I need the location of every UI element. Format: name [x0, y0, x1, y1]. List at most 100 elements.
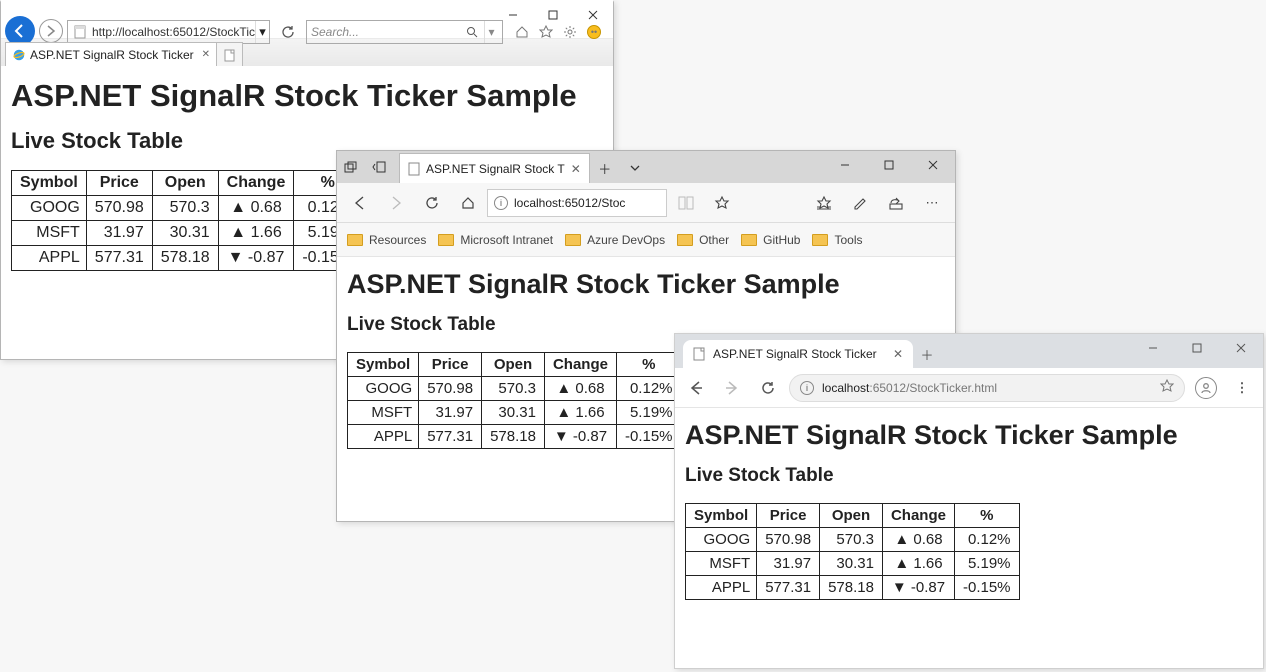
address-bar[interactable]: i localhost:65012/StockTicker.html: [789, 374, 1185, 402]
table-row: APPL 577.31 578.18 ▼ -0.87 -0.15%: [12, 246, 362, 271]
bookmark-item[interactable]: Microsoft Intranet: [438, 233, 553, 247]
page-icon: [72, 24, 88, 40]
section-title: Live Stock Table: [685, 465, 1253, 487]
url-host: localhost: [822, 381, 869, 395]
bookmark-star-icon[interactable]: [1160, 379, 1174, 396]
back-button[interactable]: [343, 187, 377, 219]
chrome-window-controls: [1131, 334, 1263, 362]
ie-logo-icon: [12, 48, 26, 62]
close-tab-icon[interactable]: ✕: [571, 162, 581, 176]
back-button[interactable]: [681, 373, 711, 403]
bookmark-item[interactable]: Other: [677, 233, 729, 247]
stock-table: Symbol Price Open Change % GOOG 570.98 5…: [11, 170, 362, 271]
close-tab-icon[interactable]: ✕: [893, 347, 903, 361]
table-row: MSFT31.9730.31▲ 1.665.19%: [348, 401, 682, 425]
search-box[interactable]: Search... ▾: [306, 20, 503, 44]
url-text: http://localhost:65012/StockTic: [92, 25, 255, 39]
edge-titlebar: ASP.NET SignalR Stock T ✕ ＋: [337, 151, 955, 183]
table-body: GOOG 570.98 570.3 ▲ 0.68 0.12% MSFT 31.9…: [12, 196, 362, 271]
refresh-button[interactable]: [415, 187, 449, 219]
folder-icon: [741, 234, 757, 246]
folder-icon: [565, 234, 581, 246]
search-icon[interactable]: [464, 26, 480, 38]
minimize-button[interactable]: [493, 2, 533, 28]
col-price: Price: [86, 171, 152, 196]
bookmark-item[interactable]: Azure DevOps: [565, 233, 665, 247]
close-button[interactable]: [1219, 334, 1263, 362]
up-arrow-icon: ▲: [230, 199, 246, 216]
tab-stock-ticker[interactable]: ASP.NET SignalR Stock Ticker ✕: [683, 340, 913, 368]
set-aside-icon[interactable]: [365, 161, 393, 173]
close-button[interactable]: [911, 151, 955, 179]
table-row: GOOG570.98570.3▲ 0.680.12%: [686, 528, 1020, 552]
col-symbol: Symbol: [12, 171, 87, 196]
refresh-button[interactable]: [274, 20, 302, 44]
close-tab-icon[interactable]: ✕: [202, 49, 210, 60]
menu-icon[interactable]: ⋯: [915, 187, 949, 219]
forward-button[interactable]: [717, 373, 747, 403]
tab-stock-ticker[interactable]: ASP.NET SignalR Stock Ticker ✕: [5, 42, 217, 66]
favorite-icon[interactable]: [705, 187, 739, 219]
close-button[interactable]: [573, 2, 613, 28]
maximize-button[interactable]: [1175, 334, 1219, 362]
page-icon: [693, 347, 705, 361]
reading-view-icon[interactable]: [669, 187, 703, 219]
maximize-button[interactable]: [533, 2, 573, 28]
bookmarks-bar: Resources Microsoft Intranet Azure DevOp…: [337, 223, 955, 257]
tab-preview-icon[interactable]: [337, 161, 365, 173]
menu-button[interactable]: ⋮: [1227, 373, 1257, 403]
favorites-bar-icon[interactable]: [807, 187, 841, 219]
refresh-button[interactable]: [753, 373, 783, 403]
bookmark-item[interactable]: Tools: [812, 233, 862, 247]
chrome-window: ASP.NET SignalR Stock Ticker ✕ ＋ i local…: [674, 333, 1264, 669]
address-bar[interactable]: http://localhost:65012/StockTic ▾: [67, 20, 270, 44]
folder-icon: [347, 234, 363, 246]
address-bar[interactable]: i localhost:65012/Stoc: [487, 189, 667, 217]
table-row: GOOG570.98570.3▲ 0.680.12%: [348, 377, 682, 401]
forward-button[interactable]: [39, 19, 63, 43]
tab-chevron-icon[interactable]: [620, 153, 650, 183]
tab-label: ASP.NET SignalR Stock Ticker: [30, 48, 194, 62]
home-button[interactable]: [451, 187, 485, 219]
col-open: Open: [152, 171, 218, 196]
avatar-icon: [1195, 377, 1217, 399]
stock-table: Symbol Price Open Change % GOOG570.98570…: [685, 503, 1020, 600]
stock-table: Symbol Price Open Change % GOOG570.98570…: [347, 352, 682, 449]
col-change: Change: [218, 171, 294, 196]
edge-navbar: i localhost:65012/Stoc ⋯: [337, 183, 955, 223]
site-info-icon[interactable]: i: [800, 381, 814, 395]
url-dropdown-icon[interactable]: ▾: [255, 21, 269, 43]
folder-icon: [677, 234, 693, 246]
up-arrow-icon: ▲: [230, 224, 246, 241]
share-icon[interactable]: [879, 187, 913, 219]
page-title: ASP.NET SignalR Stock Ticker Sample: [347, 269, 945, 300]
page-content: ASP.NET SignalR Stock Ticker Sample Live…: [675, 408, 1263, 608]
bookmark-item[interactable]: GitHub: [741, 233, 800, 247]
ie-window-controls: [493, 2, 613, 28]
profile-button[interactable]: [1191, 373, 1221, 403]
table-row: MSFT31.9730.31▲ 1.665.19%: [686, 552, 1020, 576]
folder-icon: [812, 234, 828, 246]
tab-label: ASP.NET SignalR Stock Ticker: [713, 347, 877, 361]
table-row: GOOG 570.98 570.3 ▲ 0.68 0.12%: [12, 196, 362, 221]
tab-stock-ticker[interactable]: ASP.NET SignalR Stock T ✕: [399, 153, 590, 183]
chrome-tab-strip: ASP.NET SignalR Stock Ticker ✕ ＋: [675, 334, 1263, 368]
site-info-icon[interactable]: i: [494, 196, 508, 210]
folder-icon: [438, 234, 454, 246]
maximize-button[interactable]: [867, 151, 911, 179]
notes-icon[interactable]: [843, 187, 877, 219]
minimize-button[interactable]: [823, 151, 867, 179]
page-icon: [408, 162, 420, 176]
new-tab-button[interactable]: ＋: [590, 153, 620, 183]
bookmark-item[interactable]: Resources: [347, 233, 426, 247]
search-placeholder: Search...: [311, 25, 359, 39]
new-tab-button[interactable]: [217, 42, 243, 66]
url-text: localhost:65012/Stoc: [514, 196, 625, 210]
url-path: :65012/StockTicker.html: [869, 381, 997, 395]
minimize-button[interactable]: [1131, 334, 1175, 362]
table-row: APPL577.31578.18▼ -0.87-0.15%: [348, 425, 682, 449]
edge-tab-strip: ASP.NET SignalR Stock T ✕ ＋: [399, 151, 650, 183]
tab-label: ASP.NET SignalR Stock T: [426, 162, 565, 176]
new-tab-button[interactable]: ＋: [913, 340, 941, 368]
forward-button[interactable]: [379, 187, 413, 219]
